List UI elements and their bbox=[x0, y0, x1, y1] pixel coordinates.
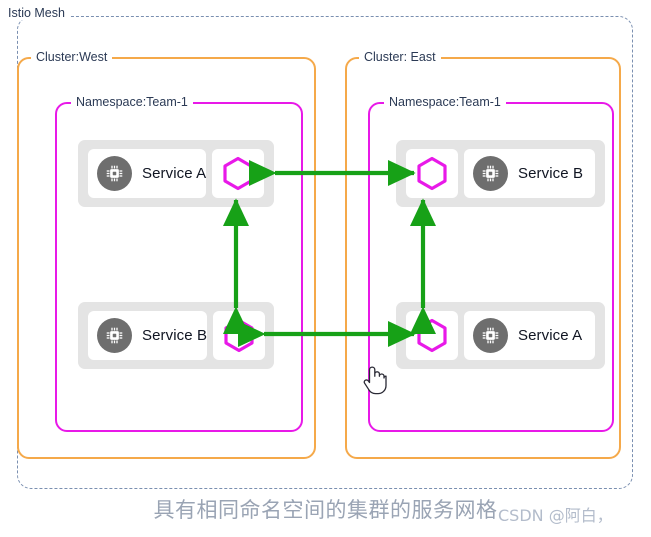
cluster-east-label: Cluster: East bbox=[359, 50, 441, 65]
namespace-east-label: Namespace:Team-1 bbox=[384, 95, 506, 110]
hexagon-icon bbox=[223, 156, 253, 191]
csdn-watermark: CSDN @阿白， bbox=[498, 506, 613, 525]
pointing-hand-cursor bbox=[363, 366, 387, 395]
chip-icon bbox=[473, 156, 508, 191]
cluster-east: Cluster: East Namespace:Team-1 bbox=[345, 50, 621, 459]
service-card-west-top: Service A bbox=[88, 149, 207, 198]
pod-west-bottom: Service B bbox=[78, 302, 274, 369]
sidecar-proxy-west-bottom bbox=[213, 311, 266, 360]
service-label: Service A bbox=[518, 327, 583, 344]
service-card-west-bottom: Service B bbox=[88, 311, 208, 360]
hexagon-icon bbox=[417, 318, 447, 353]
sidecar-proxy-west-top bbox=[212, 149, 265, 198]
cluster-west: Cluster:West Namespace:Team-1 bbox=[17, 50, 316, 459]
pod-west-top: Service A bbox=[78, 140, 274, 207]
service-card-east-top: Service B bbox=[464, 149, 595, 198]
pod-east-top: Service B bbox=[396, 140, 605, 207]
chip-icon bbox=[97, 318, 132, 353]
chip-icon bbox=[473, 318, 508, 353]
service-card-east-bottom: Service A bbox=[464, 311, 595, 360]
service-label: Service B bbox=[518, 165, 584, 182]
sidecar-proxy-east-top bbox=[406, 149, 458, 198]
chip-icon bbox=[97, 156, 132, 191]
hexagon-icon bbox=[417, 156, 447, 191]
namespace-west-label: Namespace:Team-1 bbox=[71, 95, 193, 110]
hexagon-icon bbox=[224, 318, 254, 353]
sidecar-proxy-east-bottom bbox=[406, 311, 458, 360]
pod-east-bottom: Service A bbox=[396, 302, 605, 369]
service-label: Service A bbox=[142, 165, 207, 182]
istio-mesh-title: Istio Mesh bbox=[6, 6, 69, 20]
service-label: Service B bbox=[142, 327, 208, 344]
cluster-west-label: Cluster:West bbox=[31, 50, 113, 65]
